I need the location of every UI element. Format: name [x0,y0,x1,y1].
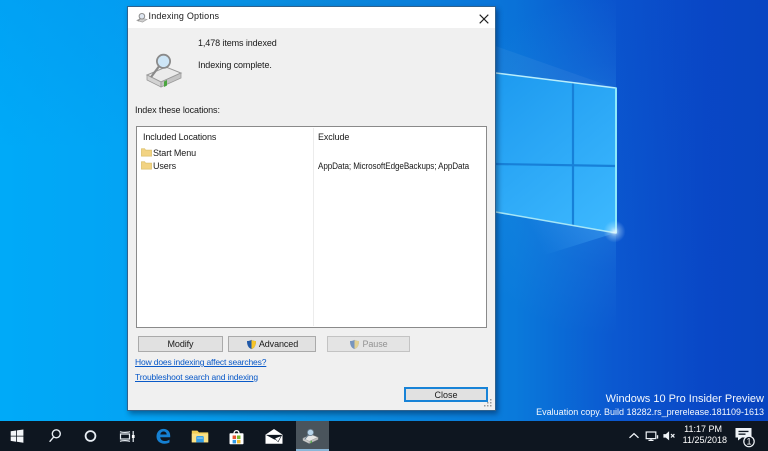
svg-text:1: 1 [746,437,751,447]
